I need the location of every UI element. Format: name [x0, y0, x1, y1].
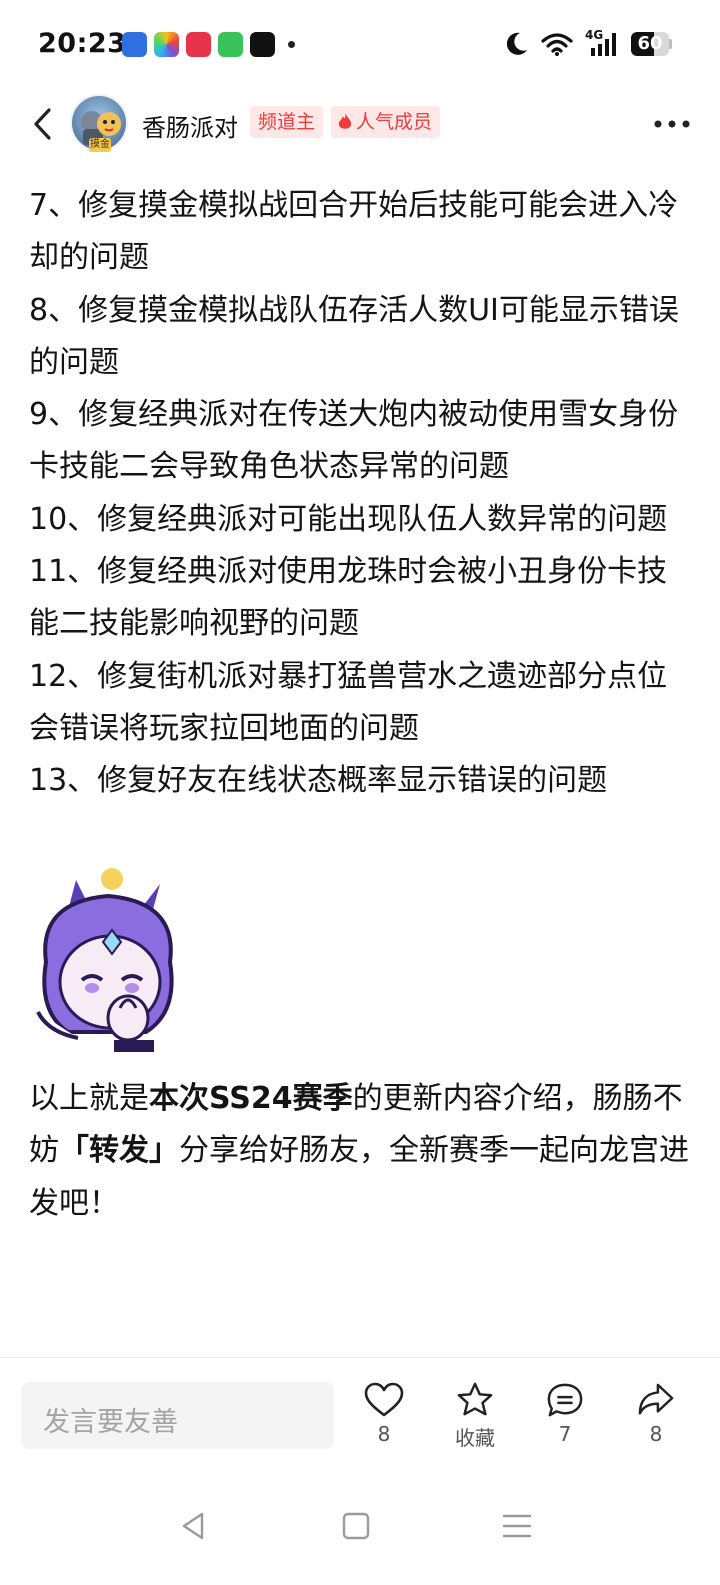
- popular-member-tag: 人气成员: [331, 106, 441, 138]
- wifi-icon: [541, 33, 573, 56]
- share-button[interactable]: 8: [621, 1382, 691, 1456]
- like-button[interactable]: 8: [349, 1382, 419, 1456]
- photos-app-icon: [154, 32, 179, 57]
- comment-placeholder: 发言要友善: [43, 1407, 178, 1438]
- messages-app-icon: [218, 32, 243, 57]
- popular-member-label: 人气成员: [356, 111, 433, 133]
- comment-bubble-icon: [547, 1383, 583, 1417]
- notification-icons: [122, 32, 295, 57]
- heart-icon: [364, 1382, 404, 1417]
- system-nav-bar: [0, 1496, 720, 1556]
- share-arrow-icon: [638, 1383, 674, 1415]
- tiktok-app-icon: [250, 32, 275, 57]
- back-icon[interactable]: [24, 104, 64, 144]
- flame-icon: [338, 113, 352, 129]
- favorite-button[interactable]: 收藏: [440, 1382, 510, 1456]
- changelog-item: 11、修复经典派对使用龙珠时会被小丑身份卡技能二技能影响视野的问题: [29, 554, 668, 642]
- comment-button[interactable]: 7: [530, 1382, 600, 1456]
- changelog-item: 13、修复好友在线状态概率显示错误的问题: [29, 763, 608, 799]
- more-notifications-dot: [288, 41, 295, 48]
- outro-bold-season: 本次SS24赛季: [149, 1081, 353, 1116]
- nav-home-icon[interactable]: [336, 1508, 376, 1544]
- more-options-icon[interactable]: [652, 112, 692, 136]
- changelog-item: 10、修复经典派对可能出现队伍人数异常的问题: [29, 501, 668, 537]
- comment-count: 7: [558, 1422, 572, 1446]
- status-indicators: 4G 60: [505, 28, 672, 58]
- nav-menu-icon[interactable]: [497, 1508, 537, 1544]
- avatar-badge: 摸金: [89, 138, 111, 152]
- bottom-divider: [0, 1357, 720, 1358]
- star-icon: [457, 1382, 493, 1416]
- changelog-item: 9、修复经典派对在传送大炮内被动使用雪女身份卡技能二会导致角色状态异常的问题: [29, 397, 679, 485]
- moon-icon: [506, 32, 527, 55]
- channel-name[interactable]: 香肠派对: [142, 108, 238, 143]
- post-body: 7、修复摸金模拟战回合开始后技能可能会进入冷却的问题 8、修复摸金模拟战队伍存活人…: [29, 180, 693, 808]
- favorite-label: 收藏: [455, 1426, 495, 1450]
- channel-header: 摸金 香肠派对 频道主 人气成员: [0, 92, 720, 156]
- share-count: 8: [649, 1422, 663, 1446]
- post-outro: 以上就是本次SS24赛季的更新内容介绍，肠肠不妨「转发」分享给好肠友，全新赛季一…: [29, 1073, 693, 1230]
- music-app-icon: [186, 32, 211, 57]
- outro-bold-share: 「转发」: [59, 1133, 179, 1169]
- comment-input[interactable]: 发言要友善: [21, 1382, 334, 1449]
- battery-icon: 60: [631, 32, 672, 56]
- nav-back-icon[interactable]: [174, 1508, 214, 1544]
- changelog-item: 7、修复摸金模拟战回合开始后技能可能会进入冷却的问题: [29, 188, 679, 276]
- status-time: 20:23: [38, 28, 127, 59]
- like-count: 8: [377, 1422, 391, 1446]
- owner-tag: 频道主: [250, 106, 324, 138]
- battery-level: 60: [637, 33, 663, 54]
- outro-text-1: 以上就是: [29, 1081, 149, 1116]
- signal-icon: 4G: [585, 28, 619, 58]
- status-bar: 20:23 4G 60: [0, 0, 720, 92]
- changelog-item: 12、修复街机派对暴打猛兽营水之遗迹部分点位会错误将玩家拉回地面的问题: [29, 658, 668, 746]
- network-app-icon: [122, 32, 147, 57]
- changelog-item: 8、修复摸金模拟战队伍存活人数UI可能显示错误的问题: [29, 292, 679, 380]
- chibi-sticker-image: [28, 862, 188, 1058]
